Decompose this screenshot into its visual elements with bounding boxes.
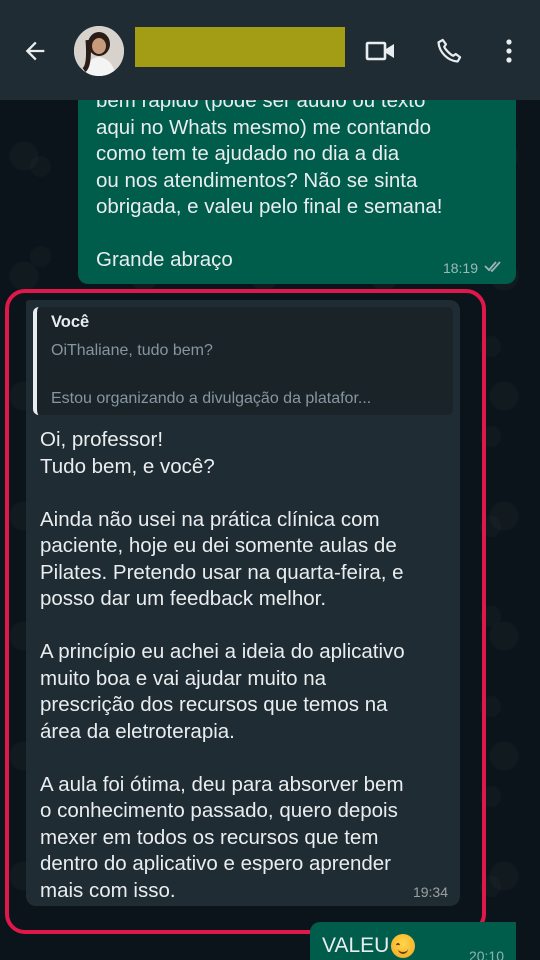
message-text: VALEU	[322, 934, 390, 957]
message-meta: 20:10	[469, 948, 504, 960]
contact-name-redacted[interactable]	[135, 27, 345, 67]
video-call-icon[interactable]	[364, 34, 398, 68]
quote-text-line: OiThaliane, tudo bem?	[51, 342, 213, 359]
back-arrow-icon[interactable]	[18, 34, 52, 68]
incoming-message[interactable]: Você OiThaliane, tudo bem? Estou organiz…	[26, 300, 460, 906]
double-check-icon	[484, 259, 504, 276]
message-time: 18:19	[442, 259, 478, 276]
avatar[interactable]	[74, 26, 124, 76]
quoted-message[interactable]: Você OiThaliane, tudo bem? Estou organiz…	[33, 307, 453, 415]
more-vert-icon[interactable]	[492, 34, 526, 68]
message-time: 20:10	[468, 948, 504, 960]
quote-author: Você	[51, 313, 90, 331]
outgoing-message[interactable]: VALEU 20:10	[310, 922, 516, 960]
message-time: 19:34	[412, 884, 448, 900]
message-text: bem rápido (pode ser áudio ou texto aqui…	[96, 89, 443, 271]
phone-icon[interactable]	[432, 34, 466, 68]
smiling-face-icon	[391, 934, 416, 958]
outgoing-message[interactable]: bem rápido (pode ser áudio ou texto aqui…	[78, 80, 516, 284]
chat-header	[0, 0, 540, 100]
message-meta: 18:19	[443, 259, 504, 276]
quote-text-line: Estou organizando a divulgação da plataf…	[51, 390, 372, 407]
message-text: Oi, professor! Tudo bem, e você? Ainda n…	[40, 428, 405, 902]
